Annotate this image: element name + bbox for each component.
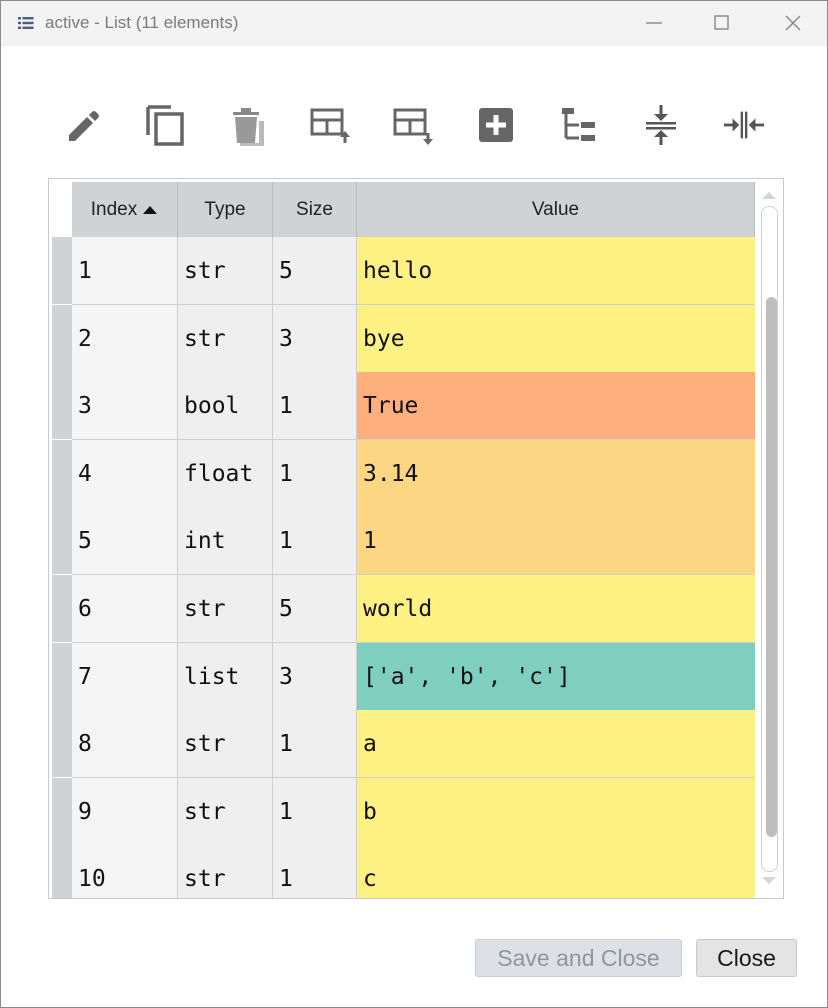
toolbar <box>1 96 827 156</box>
table-cell-index[interactable]: 4 <box>72 440 178 508</box>
row-header[interactable] <box>52 575 72 642</box>
table-cell-type[interactable]: str <box>178 305 273 373</box>
table-cell-value[interactable]: 3.14 <box>357 440 755 508</box>
table-cell-value[interactable]: b <box>357 778 755 846</box>
scroll-down-icon[interactable] <box>760 875 778 887</box>
row-header[interactable] <box>52 237 72 304</box>
table-cell-size[interactable]: 1 <box>273 845 357 898</box>
table-cell-size[interactable]: 3 <box>273 305 357 373</box>
table-cell-value[interactable]: True <box>357 372 755 440</box>
maximize-icon[interactable] <box>710 11 734 35</box>
collapse-icon <box>646 105 676 145</box>
insert-below-icon <box>393 108 433 145</box>
insert-above-button[interactable] <box>309 104 351 146</box>
table-cell-index[interactable]: 2 <box>72 305 178 373</box>
table-cell-type[interactable]: str <box>178 845 273 898</box>
title-bar: active - List (11 elements) <box>1 1 827 46</box>
table-cell-size[interactable]: 3 <box>273 643 357 711</box>
header-type-label: Type <box>204 198 246 220</box>
data-table: Index Type Size Value 1 str 5 hello 2 str 3 bye… <box>48 178 784 899</box>
table-cell-size[interactable]: 1 <box>273 778 357 846</box>
scroll-up-icon[interactable] <box>760 189 778 201</box>
vertical-scrollbar[interactable] <box>759 179 783 898</box>
copy-icon <box>146 105 184 146</box>
table-cell-index[interactable]: 8 <box>72 710 178 778</box>
append-button[interactable] <box>475 104 517 146</box>
minimize-icon[interactable] <box>642 11 666 35</box>
table-cell-size[interactable]: 1 <box>273 440 357 508</box>
table-cell-type[interactable]: str <box>178 710 273 778</box>
list-icon <box>18 17 34 29</box>
header-type[interactable]: Type <box>178 182 273 237</box>
scrollbar-track[interactable] <box>761 206 778 872</box>
table-cell-value[interactable]: ['a', 'b', 'c'] <box>357 643 755 711</box>
table-cell-size[interactable]: 1 <box>273 507 357 575</box>
append-icon <box>479 108 513 142</box>
table-cell-size[interactable]: 5 <box>273 575 357 643</box>
sort-ascending-icon <box>143 205 158 214</box>
table-cell-size[interactable]: 5 <box>273 237 357 305</box>
close-icon[interactable] <box>781 11 805 35</box>
table-cell-type[interactable]: int <box>178 507 273 575</box>
table-cell-index[interactable]: 10 <box>72 845 178 898</box>
table-cell-type[interactable]: bool <box>178 372 273 440</box>
table-cell-index[interactable]: 9 <box>72 778 178 846</box>
expand-icon <box>723 111 765 139</box>
table-cell-value[interactable]: world <box>357 575 755 643</box>
table-cell-value[interactable]: 1 <box>357 507 755 575</box>
table-cell-type[interactable]: float <box>178 440 273 508</box>
window-title: active - List (11 elements) <box>45 13 239 32</box>
row-header[interactable] <box>52 305 72 372</box>
copy-button[interactable] <box>144 104 186 146</box>
delete-icon <box>233 108 264 146</box>
row-header[interactable] <box>52 643 72 710</box>
tree-view-button[interactable] <box>558 104 600 146</box>
header-index-label: Index <box>90 198 138 220</box>
header-value-label: Value <box>531 198 580 220</box>
table-cell-type[interactable]: str <box>178 778 273 846</box>
table-cell-size[interactable]: 1 <box>273 372 357 440</box>
table-cell-index[interactable]: 1 <box>72 237 178 305</box>
tree-view-icon <box>562 108 595 141</box>
table-cell-type[interactable]: str <box>178 575 273 643</box>
row-header[interactable] <box>52 372 72 439</box>
header-index[interactable]: Index <box>72 182 178 237</box>
edit-icon <box>69 111 99 141</box>
insert-below-button[interactable] <box>392 104 434 146</box>
delete-button[interactable] <box>227 104 269 146</box>
table-cell-value[interactable]: a <box>357 710 755 778</box>
table-cell-type[interactable]: list <box>178 643 273 711</box>
save-and-close-button[interactable]: Save and Close <box>475 939 682 977</box>
row-header[interactable] <box>52 507 72 574</box>
header-size[interactable]: Size <box>273 182 357 237</box>
table-cell-value[interactable]: c <box>357 845 755 898</box>
insert-above-icon <box>310 108 350 143</box>
table-cell-value[interactable]: bye <box>357 305 755 373</box>
row-header[interactable] <box>52 710 72 777</box>
table-cell-type[interactable]: str <box>178 237 273 305</box>
header-value[interactable]: Value <box>357 182 755 237</box>
table-cell-index[interactable]: 6 <box>72 575 178 643</box>
table-cell-index[interactable]: 3 <box>72 372 178 440</box>
expand-button[interactable] <box>723 104 765 146</box>
row-header[interactable] <box>52 440 72 507</box>
table-cell-value[interactable]: hello <box>357 237 755 305</box>
close-button[interactable]: Close <box>696 939 797 977</box>
table-cell-index[interactable]: 7 <box>72 643 178 711</box>
row-header[interactable] <box>52 845 72 898</box>
row-header[interactable] <box>52 778 72 845</box>
edit-button[interactable] <box>63 104 105 146</box>
table-cell-size[interactable]: 1 <box>273 710 357 778</box>
list-editor-window: active - List (11 elements) Index Type S… <box>0 0 828 1008</box>
table-cell-index[interactable]: 5 <box>72 507 178 575</box>
scrollbar-thumb[interactable] <box>766 297 777 837</box>
header-size-label: Size <box>296 198 333 220</box>
collapse-button[interactable] <box>640 104 682 146</box>
